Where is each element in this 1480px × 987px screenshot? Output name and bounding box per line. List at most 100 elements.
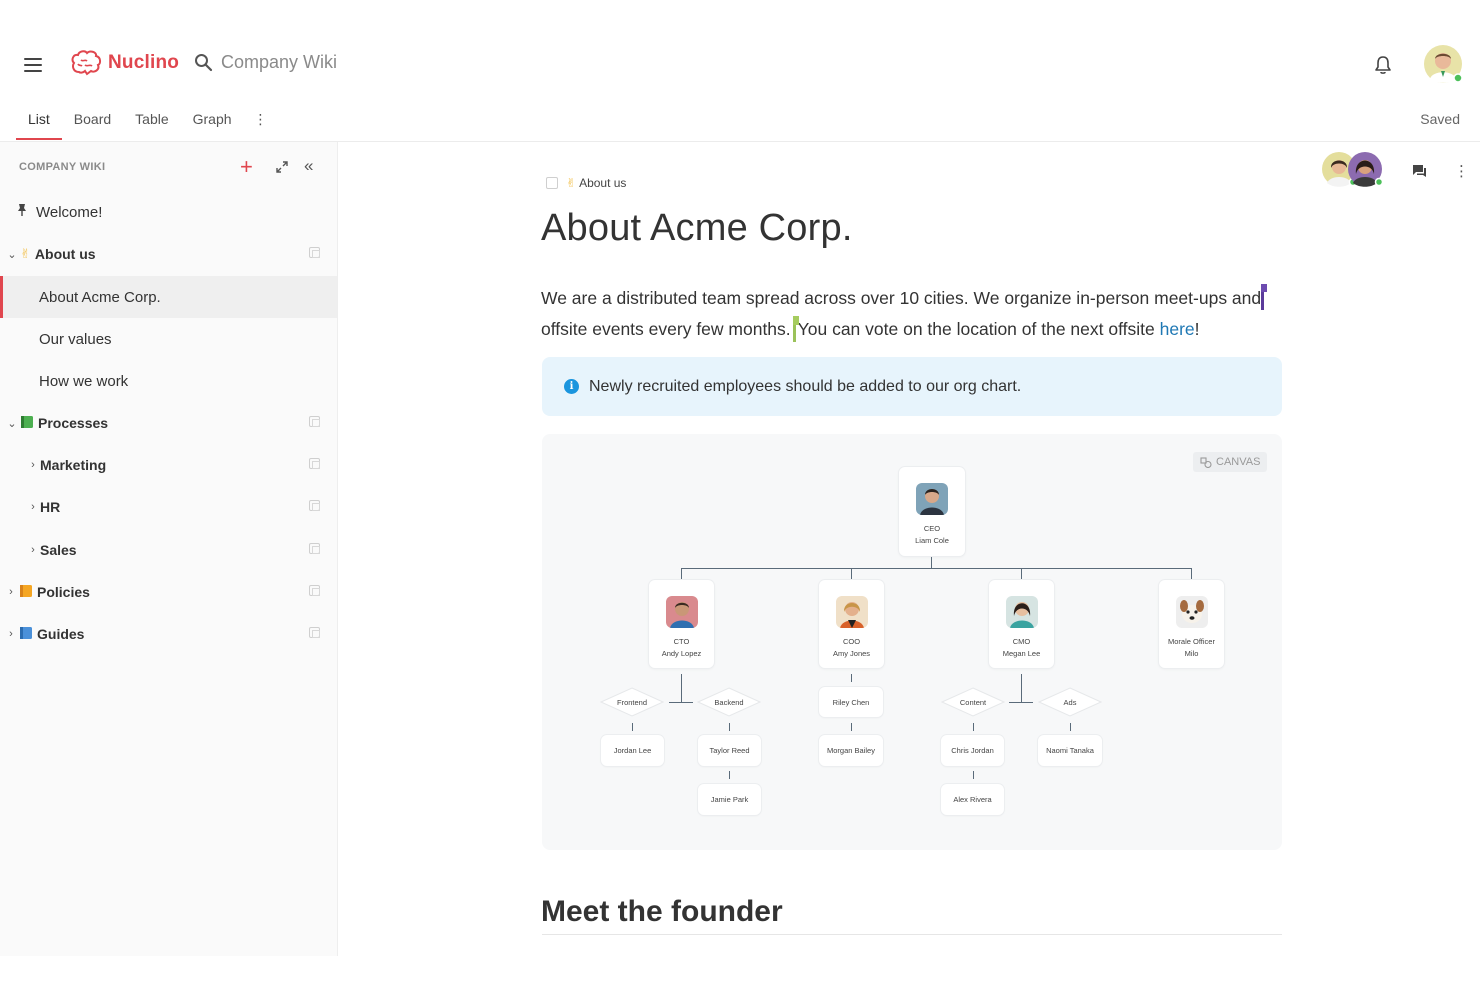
copy-icon[interactable] [309,585,320,596]
copy-icon[interactable] [309,627,320,638]
chevron-right-icon[interactable]: › [28,544,38,556]
brain-logo-icon [71,50,102,76]
connector-line [851,568,852,580]
copy-icon[interactable] [309,458,320,469]
document-more-icon[interactable]: ⋮ [1454,162,1469,180]
sidebar-item-processes[interactable]: ⌄ Processes [0,402,337,444]
tab-graph[interactable]: Graph [181,100,244,140]
chevron-down-icon[interactable]: ⌄ [7,248,17,261]
person-name: Andy Lopez [661,649,702,658]
collapse-sidebar-icon[interactable]: « [304,156,313,176]
tabs-more-icon[interactable]: ⋮ [244,100,278,128]
sidebar-title: COMPANY WIKI [19,161,106,173]
sidebar-item-label: Sales [40,542,77,558]
sidebar-item-guides[interactable]: › Guides [0,613,337,655]
connector-line [1191,568,1192,580]
team-backend[interactable]: Backend [697,687,761,717]
info-icon: i [564,379,579,394]
sidebar-item-about-us[interactable]: ⌄ ✌ About us [0,233,337,275]
org-card-chris-jordan[interactable]: Chris Jordan [941,735,1004,766]
menu-icon[interactable] [24,58,42,72]
paragraph-text: You can vote on the location of the next… [797,319,1160,339]
person-photo [916,483,948,515]
copy-icon[interactable] [309,416,320,427]
org-card-jamie-park[interactable]: Jamie Park [698,784,761,815]
org-card-morgan-bailey[interactable]: Morgan Bailey [819,735,883,766]
notifications-bell-icon[interactable] [1374,55,1392,80]
copy-icon[interactable] [309,247,320,258]
sidebar-item-policies[interactable]: › Policies [0,571,337,613]
comments-icon[interactable] [1412,164,1427,183]
team-ads[interactable]: Ads [1038,687,1102,717]
sidebar-item-label: About Acme Corp. [39,288,161,306]
sidebar: COMPANY WIKI + « Welcome! ⌄ ✌ About us A… [0,142,338,956]
sidebar-item-welcome[interactable]: Welcome! [0,191,337,233]
connector-line [669,702,693,703]
canvas-badge[interactable]: CANVAS [1193,452,1268,472]
org-chart-canvas[interactable]: CANVAS CEO Liam Cole CTO Andy Lopez COO … [542,434,1282,850]
tab-board[interactable]: Board [62,100,123,140]
breadcrumb-label[interactable]: About us [579,176,626,190]
sidebar-item-about-acme-corp[interactable]: About Acme Corp. [0,276,337,318]
org-card-coo[interactable]: COO Amy Jones [819,580,884,668]
connector-line [851,674,852,682]
paragraph-text: offsite events every few months. [541,319,791,339]
connector-line [729,771,730,779]
chevron-right-icon[interactable]: › [6,586,16,598]
add-item-button[interactable]: + [240,156,253,178]
blue-book-icon [19,626,33,643]
app-logo[interactable]: Nuclino [70,50,179,76]
team-frontend[interactable]: Frontend [600,687,664,717]
sidebar-item-hr[interactable]: › HR [0,486,337,528]
tab-table[interactable]: Table [123,100,180,140]
org-card-morale-officer[interactable]: Morale Officer Milo [1159,580,1224,668]
chevron-right-icon[interactable]: › [6,628,16,640]
connector-line [973,723,974,731]
offsite-vote-link[interactable]: here [1160,319,1195,339]
breadcrumb[interactable]: ✌ About us [546,176,626,190]
pin-icon [17,203,27,222]
paragraph-text: We are a distributed team spread across … [541,288,1262,308]
chevron-right-icon[interactable]: › [28,459,38,471]
copy-icon[interactable] [309,500,320,511]
team-content[interactable]: Content [941,687,1005,717]
intro-paragraph: We are a distributed team spread across … [541,283,1281,345]
search-input[interactable]: Company Wiki [221,52,337,73]
green-book-icon [20,415,34,432]
chevron-right-icon[interactable]: › [28,501,38,513]
page-title: About Acme Corp. [541,207,853,249]
org-card-alex-rivera[interactable]: Alex Rivera [941,784,1004,815]
search-bar[interactable]: Company Wiki [194,52,337,73]
user-avatar[interactable] [1424,45,1463,83]
sidebar-item-our-values[interactable]: Our values [0,318,337,360]
org-card-cmo[interactable]: CMO Megan Lee [989,580,1054,668]
view-tabs: List Board Table Graph ⋮ [16,100,278,142]
org-card-taylor-reed[interactable]: Taylor Reed [698,735,761,766]
sidebar-item-label: Welcome! [36,203,103,221]
connector-line [1070,723,1071,731]
org-card-ceo[interactable]: CEO Liam Cole [899,467,965,556]
role-label: Morale Officer [1168,637,1215,646]
collaborator-avatar[interactable] [1348,152,1384,187]
copy-icon[interactable] [309,543,320,554]
tab-list[interactable]: List [16,100,62,140]
sidebar-item-label: How we work [39,372,129,390]
sidebar-item-how-we-work[interactable]: How we work [0,360,337,402]
org-card-cto[interactable]: CTO Andy Lopez [649,580,714,668]
org-card-naomi-tanaka[interactable]: Naomi Tanaka [1038,735,1102,766]
sidebar-item-label: Guides [37,626,85,642]
org-card-jordan-lee[interactable]: Jordan Lee [601,735,664,766]
victory-hand-icon: ✌ [20,246,31,261]
chevron-down-icon[interactable]: ⌄ [7,417,17,430]
expand-icon[interactable] [276,160,288,178]
person-photo [835,596,868,628]
sidebar-item-sales[interactable]: › Sales [0,529,337,571]
sidebar-item-label: Marketing [40,457,107,473]
role-label: CEO [923,524,941,533]
connector-line [973,771,974,779]
sidebar-item-marketing[interactable]: › Marketing [0,444,337,486]
search-icon [195,54,213,72]
org-card-riley-chen[interactable]: Riley Chen [819,687,883,717]
sidebar-item-label: HR [40,499,61,515]
connector-line [1009,702,1033,703]
